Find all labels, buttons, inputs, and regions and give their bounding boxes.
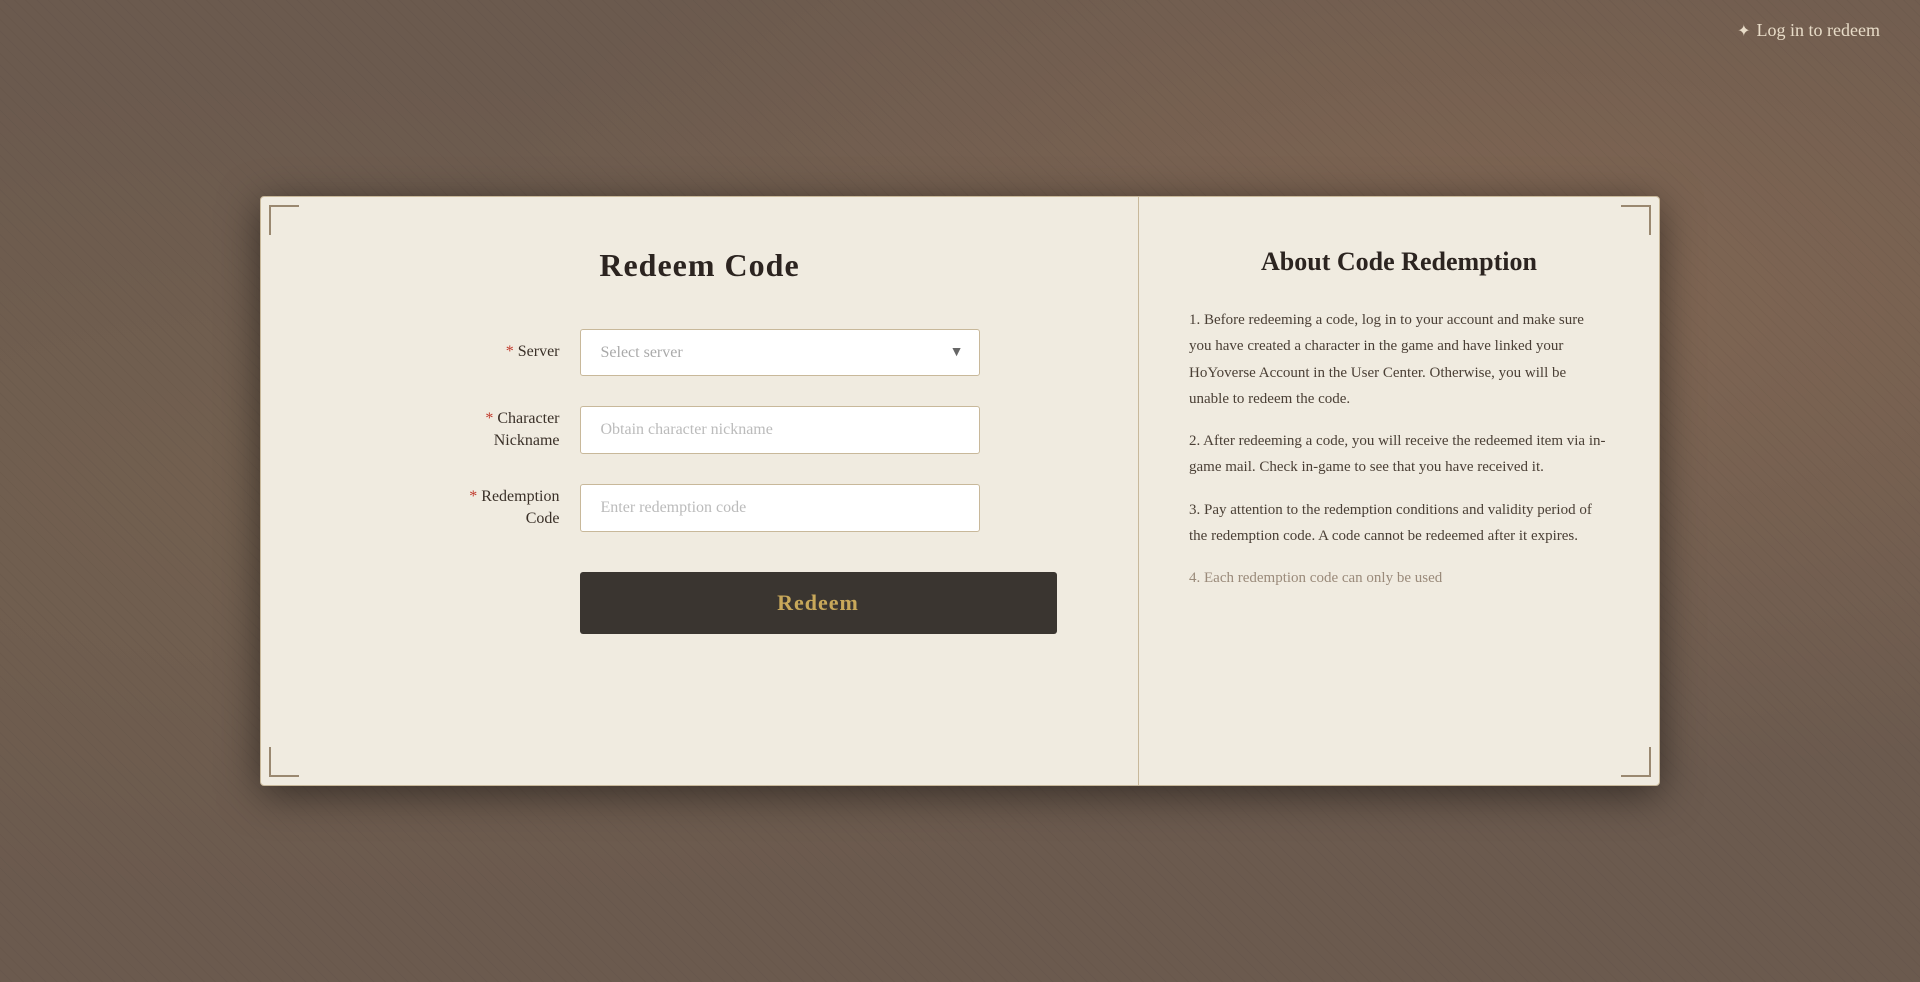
about-panel: About Code Redemption 1. Before redeemin… <box>1139 197 1659 785</box>
redeem-button[interactable]: Redeem <box>580 572 1057 634</box>
nickname-input-wrapper <box>580 406 980 454</box>
about-text: 1. Before redeeming a code, log in to yo… <box>1189 307 1609 591</box>
server-row: *Server Select server Asia America Europ… <box>420 329 980 376</box>
redeem-form-panel: Redeem Code *Server Select server Asia A… <box>261 197 1139 785</box>
code-row: *RedemptionCode <box>420 484 980 532</box>
login-label: Log in to redeem <box>1757 20 1880 41</box>
corner-decoration-tr <box>1615 205 1651 241</box>
nickname-label: *CharacterNickname <box>420 408 560 453</box>
form-section: *Server Select server Asia America Europ… <box>420 329 980 634</box>
corner-decoration-bl <box>269 741 305 777</box>
code-input[interactable] <box>580 484 980 532</box>
redeem-modal: Redeem Code *Server Select server Asia A… <box>260 196 1660 786</box>
corner-decoration-br <box>1615 741 1651 777</box>
form-title: Redeem Code <box>599 247 799 284</box>
nickname-row: *CharacterNickname <box>420 406 980 454</box>
code-label: *RedemptionCode <box>420 486 560 531</box>
corner-decoration-tl <box>269 205 305 241</box>
about-item-1: 1. Before redeeming a code, log in to yo… <box>1189 307 1609 412</box>
server-required-star: * <box>506 343 514 360</box>
server-select-wrapper: Select server Asia America Europe SAR ▼ <box>580 329 980 376</box>
about-item-2: 2. After redeeming a code, you will rece… <box>1189 428 1609 481</box>
star-icon: ✦ <box>1737 21 1750 41</box>
code-required-star: * <box>469 488 477 505</box>
about-item-4: 4. Each redemption code can only be used <box>1189 565 1609 591</box>
server-label: *Server <box>420 341 560 363</box>
about-item-3: 3. Pay attention to the redemption condi… <box>1189 497 1609 550</box>
code-input-wrapper <box>580 484 980 532</box>
nickname-input[interactable] <box>580 406 980 454</box>
about-title: About Code Redemption <box>1189 247 1609 277</box>
login-link[interactable]: ✦ Log in to redeem <box>1737 20 1880 41</box>
server-select[interactable]: Select server Asia America Europe SAR <box>580 329 980 376</box>
nickname-required-star: * <box>485 410 493 427</box>
